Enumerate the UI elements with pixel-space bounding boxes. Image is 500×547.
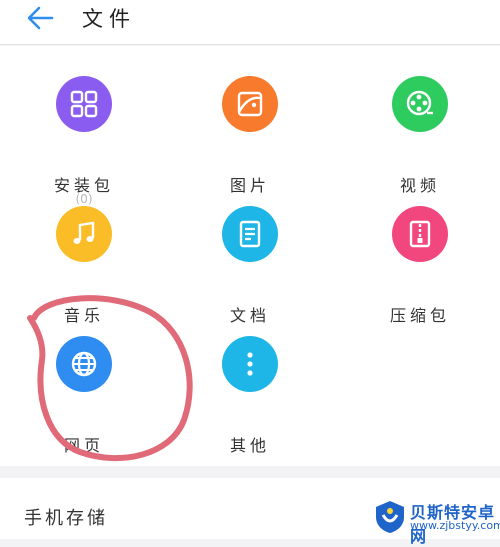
category-label: 音乐	[63, 306, 104, 325]
shield-logo-icon	[376, 501, 404, 533]
more-dots-icon	[222, 336, 278, 392]
film-reel-icon	[392, 76, 448, 132]
document-icon	[222, 206, 278, 262]
category-images[interactable]: 图片	[180, 76, 320, 196]
category-documents[interactable]: 文档	[180, 206, 320, 326]
storage-label: 手机存储	[24, 508, 108, 529]
apps-grid-icon	[56, 76, 112, 132]
category-videos[interactable]: 视频	[350, 76, 490, 196]
category-archives[interactable]: 压缩包	[350, 206, 490, 326]
archive-icon	[392, 206, 448, 262]
category-other[interactable]: 其他	[180, 336, 320, 456]
category-webpages[interactable]: 网页	[14, 336, 154, 456]
top-bar: 文件	[0, 0, 500, 45]
category-label: 压缩包	[389, 306, 450, 325]
category-label: 图片	[229, 176, 270, 195]
category-label: 视频	[399, 176, 440, 195]
category-label: 其他	[229, 436, 270, 455]
category-count: (0)	[75, 192, 93, 206]
category-label: 网页	[63, 436, 104, 455]
music-note-icon	[56, 206, 112, 262]
image-icon	[222, 76, 278, 132]
site-watermark: 贝斯特安卓网 www.zjbstyy.com	[370, 496, 500, 546]
globe-icon	[56, 336, 112, 392]
category-label: 文档	[229, 306, 270, 325]
category-music[interactable]: 音乐	[14, 206, 154, 326]
category-apk[interactable]: 安装包 (0)	[14, 76, 154, 206]
back-arrow-icon[interactable]	[24, 2, 56, 34]
category-grid: 安装包 (0) 图片 视频 音乐 文档 压缩包 网页 其他	[0, 46, 500, 466]
page-title: 文件	[82, 7, 136, 31]
watermark-url: www.zjbstyy.com	[410, 519, 500, 532]
